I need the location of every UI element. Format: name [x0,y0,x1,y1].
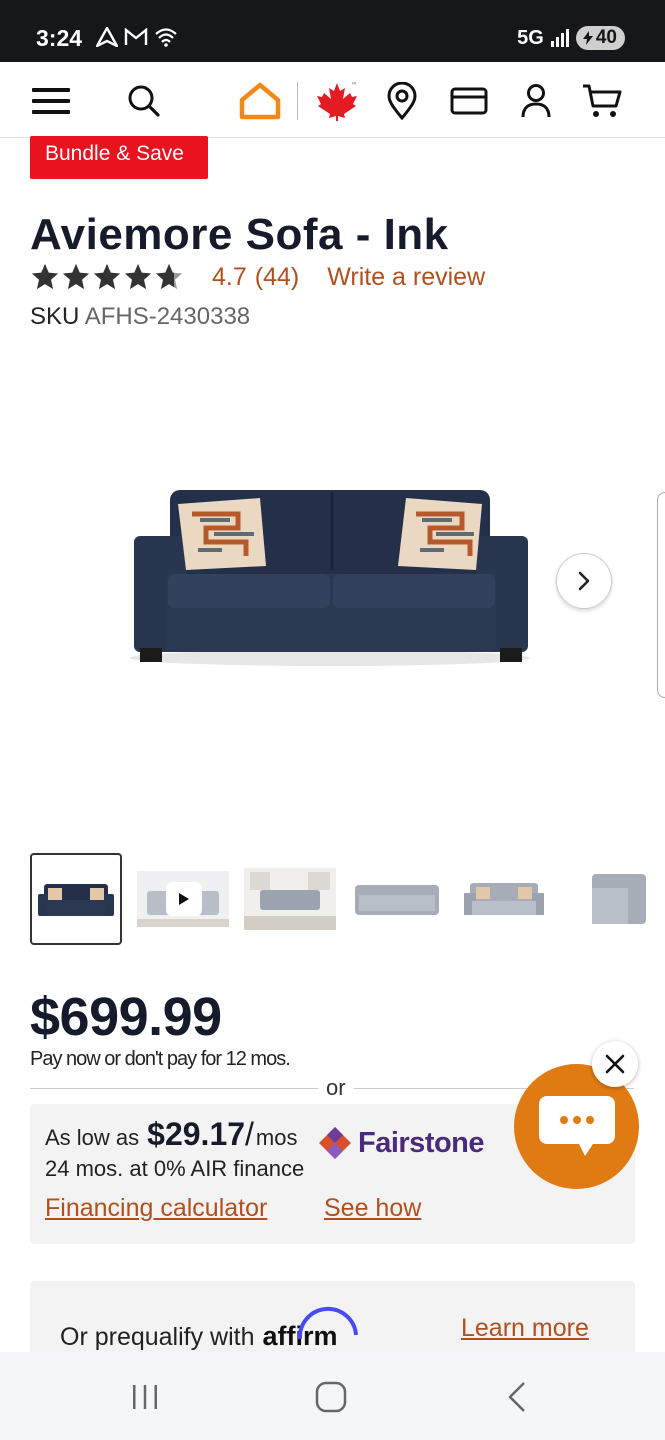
affirm-arc-icon [297,1307,358,1340]
home-logo-icon [239,82,281,120]
product-main-image[interactable] [110,470,550,670]
deferred-payment-note: Pay now or don't pay for 12 mos. [30,1048,291,1070]
home-button[interactable] [311,1380,351,1414]
per-slash: / [245,1116,254,1152]
account-button[interactable] [514,79,558,123]
bundle-save-badge: Bundle & Save [30,136,208,179]
financing-terms: 24 mos. at 0% AIR finance [45,1156,305,1181]
thumbnail-6[interactable] [565,853,657,945]
account-icon [521,84,551,118]
play-icon [179,893,189,905]
navigation-arrow-icon [96,27,118,47]
status-bar: 3:24 5G 40 [0,0,665,62]
sofa-angle-thumbnail-image [355,885,439,915]
search-button[interactable] [122,79,166,123]
back-icon [508,1382,525,1412]
fairstone-logo: Fairstone [318,1126,485,1160]
affirm-learn-more-link[interactable]: Learn more [461,1314,589,1343]
rating-row: 4.7 (44) Write a review [30,262,485,292]
thumbnail-4[interactable] [351,853,443,945]
sku-line: SKU AFHS-2430338 [30,303,250,331]
mail-icon [124,28,148,45]
star-icon [31,263,59,290]
home-icon [315,1381,347,1413]
product-title: Aviemore Sofa - Ink [30,210,449,259]
play-button[interactable] [166,882,202,916]
rating-stars[interactable] [30,262,184,292]
star-icon [62,263,90,290]
fairstone-diamond-icon [319,1127,351,1159]
star-icon [93,263,121,290]
thumbnail-1[interactable] [30,853,122,945]
battery-level: 40 [595,27,617,48]
write-review-link[interactable]: Write a review [327,263,485,292]
status-time: 3:24 [36,25,83,51]
thumbnail-3[interactable] [244,853,336,945]
network-type: 5G [517,26,544,49]
credit-card-icon [450,87,488,115]
pillow-left [178,498,266,570]
star-partial-icon [155,263,183,290]
chat-bubble-icon [538,1095,615,1156]
menu-button[interactable] [29,79,73,123]
product-price: $699.99 [30,987,222,1047]
affirm-prequalify: Or prequalify with affirm [60,1307,358,1352]
monthly-amount: $29.17 [147,1116,246,1152]
credit-card-button[interactable] [447,79,491,123]
status-notification-icons [96,27,178,47]
star-icon [124,263,152,290]
pillow-right [398,498,482,570]
chat-close-button[interactable] [592,1041,638,1087]
sku-label: SKU [30,303,80,330]
menu-icon [32,88,70,114]
or-label: or [318,1075,354,1101]
adjacent-panel-edge [657,492,665,698]
financing-headline: As low as $29.17 / mos [45,1116,297,1153]
affirm-text: Or prequalify with [60,1323,255,1351]
room-thumbnail-image [244,868,336,930]
battery-indicator: 40 [575,26,625,50]
site-header: ™ [0,62,665,138]
recent-apps-icon [133,1385,157,1409]
status-right: 5G 40 [517,26,625,50]
system-nav-bar [0,1352,665,1440]
country-selector[interactable]: ™ [315,79,359,123]
affirm-logo: affirm [263,1307,358,1352]
home-logo-button[interactable] [238,79,282,123]
wifi-icon [155,28,177,47]
battery-saver-icon [582,31,593,45]
store-locator-button[interactable] [380,79,424,123]
trademark-symbol: ™ [351,82,357,89]
chevron-right-icon [578,571,590,591]
recent-apps-button[interactable] [125,1380,165,1414]
search-icon [128,85,160,117]
cart-button[interactable] [580,79,624,123]
fairstone-name: Fairstone [358,1126,485,1159]
rating-value[interactable]: 4.7 [212,263,247,292]
sofa-side-thumbnail-image [592,874,646,924]
signal-icon [550,29,569,47]
financing-calculator-link[interactable]: Financing calculator [45,1194,267,1223]
location-pin-icon [387,82,417,120]
back-button[interactable] [497,1380,537,1414]
maple-leaf-icon: ™ [317,82,357,121]
review-count[interactable]: (44) [255,263,299,292]
see-how-link[interactable]: See how [324,1194,421,1223]
sofa-thumbnail-image [38,884,114,916]
per-month-label: mos [255,1125,298,1150]
close-icon [605,1054,625,1074]
cart-icon [583,84,622,117]
thumbnail-video[interactable] [137,853,229,945]
sku-value: AFHS-2430338 [84,303,251,330]
header-divider [297,82,298,120]
sofa-gray-thumbnail-image [464,883,544,915]
thumbnail-5[interactable] [458,853,550,945]
next-image-button[interactable] [556,553,612,609]
thumbnail-strip [30,853,665,945]
as-low-as-label: As low as [45,1125,140,1150]
